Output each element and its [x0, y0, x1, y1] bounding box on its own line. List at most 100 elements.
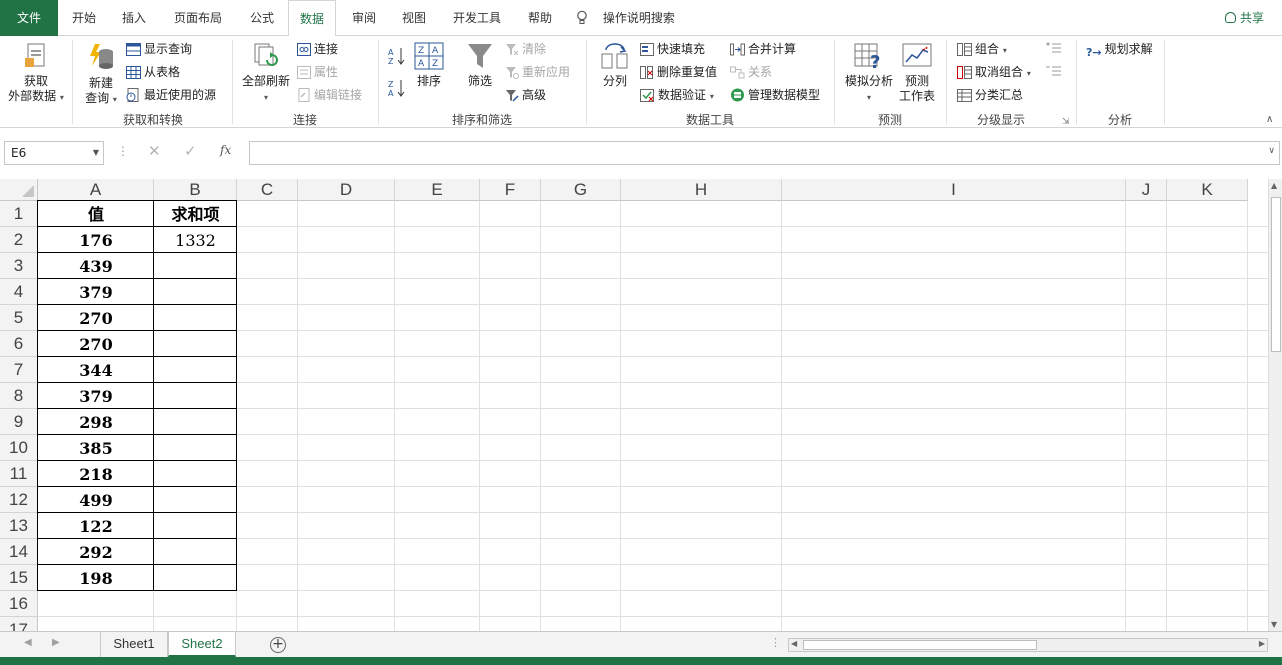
horizontal-scrollbar[interactable]: ◀ ▶	[788, 638, 1268, 652]
column-header-d[interactable]: D	[298, 179, 395, 201]
properties-button[interactable]: 属性	[297, 64, 338, 80]
get-external-data-button[interactable]: 获取 外部数据 ▾	[6, 42, 66, 105]
row-header-1[interactable]: 1	[0, 201, 38, 227]
row-header-2[interactable]: 2	[0, 227, 38, 253]
column-header-e[interactable]: E	[395, 179, 480, 201]
manage-data-model-button[interactable]: 管理数据模型	[730, 87, 820, 103]
cell-a1[interactable]: 值	[38, 201, 154, 227]
solver-button[interactable]: ?→ 规划求解	[1086, 41, 1153, 61]
row-header-3[interactable]: 3	[0, 253, 38, 279]
prev-sheet-icon[interactable]: ◀	[24, 637, 32, 648]
scroll-down-icon[interactable]: ▼	[1271, 620, 1277, 629]
name-box[interactable]: E6 ▼	[4, 141, 104, 165]
tab-formulas[interactable]: 公式	[240, 0, 284, 36]
row-header-5[interactable]: 5	[0, 305, 38, 331]
edit-links-button[interactable]: 编辑链接	[297, 87, 362, 103]
column-header-a[interactable]: A	[38, 179, 154, 201]
cell-a6[interactable]: 270	[38, 331, 154, 357]
vertical-scrollbar[interactable]: ▲ ▼	[1268, 179, 1282, 631]
outline-dialog-launcher-icon[interactable]: ⇲	[1062, 114, 1070, 130]
cell-a13[interactable]: 122	[38, 513, 154, 539]
refresh-all-button[interactable]: 全部刷新 ▾	[238, 42, 294, 105]
row-header-10[interactable]: 10	[0, 435, 38, 461]
consolidate-button[interactable]: 合并计算	[730, 41, 796, 57]
cell-a9[interactable]: 298	[38, 409, 154, 435]
clear-filter-button[interactable]: 清除	[505, 41, 546, 57]
cell-a14[interactable]: 292	[38, 539, 154, 565]
select-all-corner[interactable]	[0, 179, 38, 201]
worksheet-grid[interactable]: A B C D E F G H I J K 1 2 3 4 5 6 7 8 9 10 11 12 13 14 15 16 17 值求和项…	[0, 179, 1268, 631]
scroll-left-icon[interactable]: ◀	[791, 639, 797, 648]
row-header-13[interactable]: 13	[0, 513, 38, 539]
collapse-ribbon-icon[interactable]: ∧	[1266, 112, 1273, 128]
row-header-15[interactable]: 15	[0, 565, 38, 591]
enter-icon[interactable]: ✓	[184, 142, 197, 160]
vertical-scroll-thumb[interactable]	[1271, 197, 1281, 352]
cell-a10[interactable]: 385	[38, 435, 154, 461]
add-sheet-icon[interactable]: +	[270, 637, 286, 653]
name-box-dropdown-icon[interactable]: ▼	[93, 142, 99, 164]
cell-a3[interactable]: 439	[38, 253, 154, 279]
cell-b2[interactable]: 1332	[154, 227, 237, 253]
cancel-icon[interactable]: ✕	[148, 142, 161, 160]
formula-input[interactable]: ∨	[249, 141, 1280, 165]
tab-insert[interactable]: 插入	[112, 0, 156, 36]
hide-detail-button[interactable]	[1046, 64, 1062, 81]
advanced-filter-button[interactable]: 高级	[505, 87, 546, 103]
row-header-14[interactable]: 14	[0, 539, 38, 565]
column-header-f[interactable]: F	[480, 179, 541, 201]
show-queries-button[interactable]: 显示查询	[126, 41, 192, 57]
row-header-9[interactable]: 9	[0, 409, 38, 435]
subtotal-button[interactable]: 分类汇总	[957, 87, 1023, 103]
forecast-sheet-button[interactable]: 预测 工作表	[896, 42, 938, 104]
cell-a5[interactable]: 270	[38, 305, 154, 331]
column-header-g[interactable]: G	[541, 179, 621, 201]
row-header-8[interactable]: 8	[0, 383, 38, 409]
cell-a4[interactable]: 379	[38, 279, 154, 305]
show-detail-button[interactable]	[1046, 41, 1062, 58]
text-to-columns-button[interactable]: 分列	[596, 42, 634, 89]
cell-a2[interactable]: 176	[38, 227, 154, 253]
cell-b1[interactable]: 求和项	[154, 201, 237, 227]
filter-button[interactable]: 筛选	[460, 42, 500, 89]
tab-view[interactable]: 视图	[392, 0, 436, 36]
from-table-button[interactable]: 从表格	[126, 64, 180, 80]
tab-split-grip-icon[interactable]: ⋮	[770, 636, 781, 649]
sheet-tab-sheet2[interactable]: Sheet2	[168, 632, 236, 657]
cell-a12[interactable]: 499	[38, 487, 154, 513]
scroll-right-icon[interactable]: ▶	[1259, 639, 1265, 648]
reapply-button[interactable]: 重新应用	[505, 64, 570, 80]
connections-button[interactable]: 连接	[297, 41, 338, 57]
remove-duplicates-button[interactable]: 删除重复值	[640, 64, 717, 80]
data-validation-button[interactable]: 数据验证 ▾	[640, 87, 714, 105]
tab-data[interactable]: 数据	[288, 0, 336, 37]
what-if-analysis-button[interactable]: ? 模拟分析 ▾	[842, 42, 896, 105]
tab-home[interactable]: 开始	[62, 0, 106, 36]
column-header-k[interactable]: K	[1167, 179, 1248, 201]
cell-a8[interactable]: 379	[38, 383, 154, 409]
cell-a11[interactable]: 218	[38, 461, 154, 487]
horizontal-scroll-thumb[interactable]	[803, 640, 1037, 650]
ungroup-button[interactable]: 取消组合 ▾	[957, 64, 1031, 82]
row-header-4[interactable]: 4	[0, 279, 38, 305]
row-header-16[interactable]: 16	[0, 591, 38, 617]
row-header-12[interactable]: 12	[0, 487, 38, 513]
row-header-7[interactable]: 7	[0, 357, 38, 383]
sort-button[interactable]: ZA AZ 排序	[410, 42, 448, 89]
cell-a7[interactable]: 344	[38, 357, 154, 383]
tab-review[interactable]: 审阅	[342, 0, 386, 36]
row-header-11[interactable]: 11	[0, 461, 38, 487]
row-header-6[interactable]: 6	[0, 331, 38, 357]
tab-page-layout[interactable]: 页面布局	[164, 0, 232, 36]
sheet-tab-sheet1[interactable]: Sheet1	[100, 632, 168, 657]
relationships-button[interactable]: 关系	[730, 64, 772, 80]
column-header-b[interactable]: B	[154, 179, 237, 201]
column-header-h[interactable]: H	[621, 179, 782, 201]
tab-file[interactable]: 文件	[0, 0, 58, 36]
column-header-c[interactable]: C	[237, 179, 298, 201]
column-header-i[interactable]: I	[782, 179, 1126, 201]
scroll-up-icon[interactable]: ▲	[1271, 181, 1277, 190]
share-button[interactable]: 共享	[1224, 0, 1264, 36]
recent-sources-button[interactable]: 最近使用的源	[126, 87, 216, 103]
tab-help[interactable]: 帮助	[518, 0, 562, 36]
